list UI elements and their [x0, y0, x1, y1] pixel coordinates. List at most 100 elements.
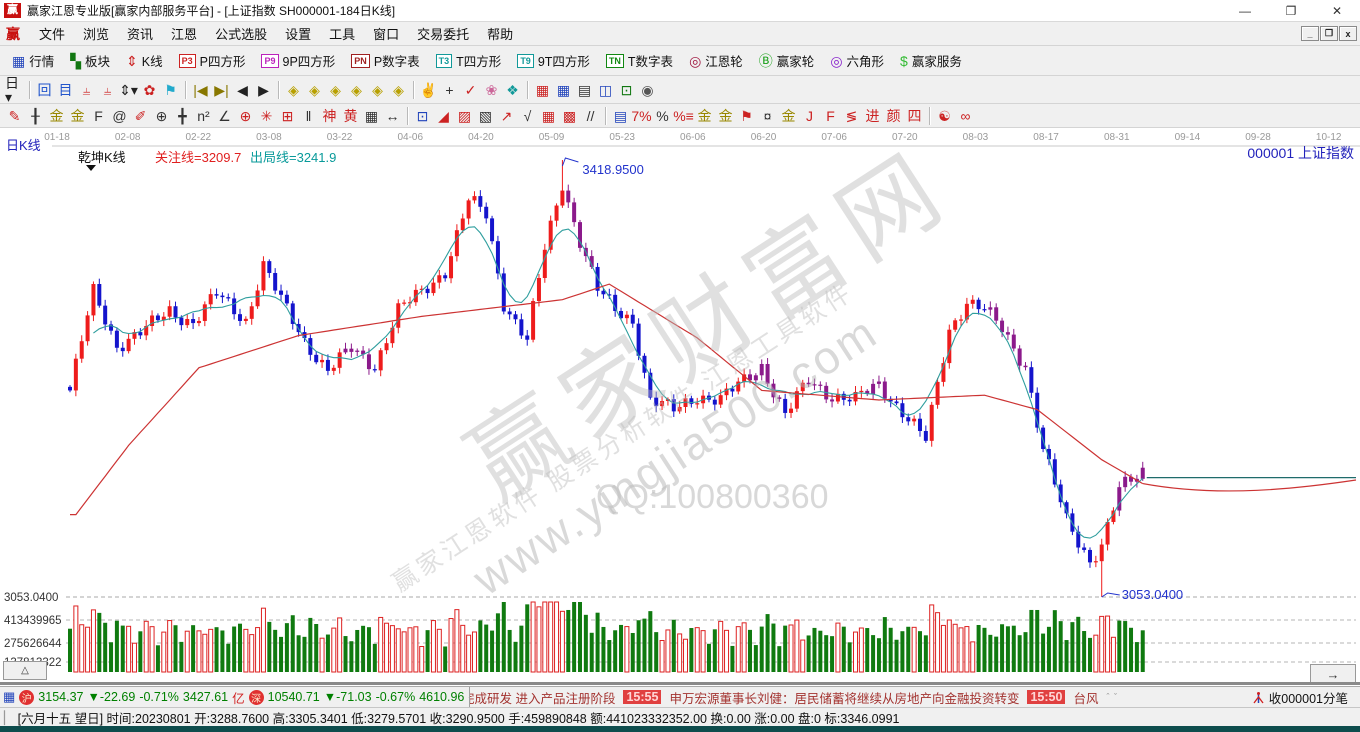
sectors-button[interactable]: ▚ 板块	[62, 48, 118, 73]
trend-mark-button[interactable]: ✓	[460, 80, 481, 100]
winner-wheel-button[interactable]: Ⓑ 赢家轮	[751, 48, 823, 73]
gold-underline-button[interactable]: 金	[778, 106, 799, 126]
s-slash-button[interactable]: ≶	[841, 106, 862, 126]
p-square-button[interactable]: P3 P四方形	[171, 48, 254, 73]
gann-target-button[interactable]: ⊕	[235, 106, 256, 126]
hexagon-button[interactable]: ◎ 六角形	[822, 48, 892, 73]
n-square-button[interactable]: n²	[193, 106, 214, 126]
menu-gann[interactable]: 江恩	[162, 21, 206, 46]
j-slash-button[interactable]: J	[799, 106, 820, 126]
infinity-button[interactable]: ∞	[955, 106, 976, 126]
pattern-scan-button[interactable]: ❖	[502, 80, 523, 100]
brush-button[interactable]: ✐	[130, 106, 151, 126]
star-rays-button[interactable]: ✳	[256, 106, 277, 126]
ticker-headline[interactable]: 台风	[1073, 688, 1098, 707]
menu-help[interactable]: 帮助	[478, 21, 522, 46]
indicator-dropdown-caret-icon[interactable]	[86, 165, 96, 171]
gann-circle-button[interactable]: ⊕	[151, 106, 172, 126]
t-number-table-button[interactable]: TN T数字表	[598, 48, 681, 73]
gold-circle-button[interactable]: 金	[694, 106, 715, 126]
neural-button[interactable]: ❀	[481, 80, 502, 100]
indicator-name-label[interactable]: 乾坤K线	[78, 147, 126, 166]
p9-square-button[interactable]: P9 9P四方形	[253, 48, 343, 73]
snapshot-button[interactable]: ◉	[637, 80, 658, 100]
diag-lines-button[interactable]: //	[580, 106, 601, 126]
prev-bar-button[interactable]: ◀	[232, 80, 253, 100]
menu-browse[interactable]: 浏览	[74, 21, 118, 46]
mdi-minimize-button[interactable]: _	[1301, 26, 1319, 41]
first-page-button[interactable]: |◀	[190, 80, 211, 100]
maximize-button[interactable]: ❐	[1268, 1, 1314, 21]
screen-monitor-button[interactable]: ⊡	[616, 80, 637, 100]
menu-file[interactable]: 文件	[30, 21, 74, 46]
close-button[interactable]: ✕	[1314, 1, 1360, 21]
last-page-button[interactable]: ▶|	[211, 80, 232, 100]
menu-window[interactable]: 窗口	[364, 21, 408, 46]
save-button[interactable]: ◫	[595, 80, 616, 100]
price-grid-button[interactable]: ╂	[25, 106, 46, 126]
box-pattern-button[interactable]: ▨	[454, 106, 475, 126]
zoom-in-x-button[interactable]: ◈	[304, 80, 325, 100]
candle-flag-button[interactable]: ⚑	[736, 106, 757, 126]
yin-yang-button[interactable]: ☯	[934, 106, 955, 126]
kline-chart-canvas[interactable]: 01-18 02-08 02-22 03-08 03-22 04-06 04-20 05-09…	[0, 128, 1360, 686]
volume-collapse-button[interactable]: △	[3, 661, 47, 680]
notebook-button[interactable]: ▤	[574, 80, 595, 100]
scroll-right-button[interactable]: →	[1310, 664, 1356, 684]
gold-grid-2-button[interactable]: 金	[67, 106, 88, 126]
f-slash-button[interactable]: F	[820, 106, 841, 126]
crosshair-button[interactable]: +	[439, 80, 460, 100]
number-grid-button[interactable]: ▦	[361, 106, 382, 126]
kline-chart-panel[interactable]: 01-18 02-08 02-22 03-08 03-22 04-06 04-20 05-09…	[0, 128, 1360, 686]
quotes-grid-icon[interactable]: ▦	[3, 689, 15, 705]
percent-levels-button[interactable]: %≡	[673, 106, 694, 126]
dense-grid-button[interactable]: ╋	[172, 106, 193, 126]
dark-fan-button[interactable]: ▧	[475, 106, 496, 126]
tick-view-label[interactable]: 收000001分笔	[1269, 688, 1348, 707]
window-frame-button[interactable]: ⊡	[412, 106, 433, 126]
quotes-button[interactable]: ▦ 行情	[4, 48, 62, 73]
color-ribbon-button[interactable]: ⚑	[160, 80, 181, 100]
percent-7-button[interactable]: 7%	[631, 106, 652, 126]
gann-fan-button[interactable]: ◢	[433, 106, 454, 126]
circle-grid-button[interactable]: ⊞	[277, 106, 298, 126]
quote-table-button[interactable]: ▤	[610, 106, 631, 126]
menu-formula-stockpick[interactable]: 公式选股	[206, 21, 276, 46]
shen-grid-button[interactable]: 神	[319, 106, 340, 126]
winner-service-button[interactable]: $ 赢家服务	[892, 48, 970, 73]
period-selector-button[interactable]: 日▾	[4, 76, 25, 104]
calendar-button[interactable]: ▦	[532, 80, 553, 100]
candle-style-button[interactable]: ⇕▾	[118, 80, 139, 100]
f-grid-button[interactable]: F	[88, 106, 109, 126]
yan-tool-button[interactable]: 颜	[883, 106, 904, 126]
ticker-headline[interactable]: 完成研发 进入产品注册阶段	[470, 688, 615, 707]
arrow-line-button[interactable]: ↗	[496, 106, 517, 126]
split-kline-button[interactable]: ✿	[139, 80, 160, 100]
t-square-button[interactable]: T3 T四方形	[428, 48, 510, 73]
a-bars-button[interactable]: ¤	[757, 106, 778, 126]
si-tool-button[interactable]: 四	[904, 106, 925, 126]
check-lines-button[interactable]: √	[517, 106, 538, 126]
calculator-button[interactable]: ▦	[553, 80, 574, 100]
chip-distribution-button[interactable]: 回	[34, 80, 55, 100]
gold-line-button[interactable]: 金	[715, 106, 736, 126]
width-adjust-button[interactable]: ↔	[382, 106, 403, 126]
mdi-restore-button[interactable]: ❐	[1320, 26, 1338, 41]
kline-button[interactable]: ⇕ K线	[118, 48, 171, 73]
red-grid-button[interactable]: ▦	[538, 106, 559, 126]
f10-info-button[interactable]: 目	[55, 80, 76, 100]
huang-grid-button[interactable]: 黄	[340, 106, 361, 126]
t9-square-button[interactable]: T9 9T四方形	[509, 48, 598, 73]
sub-chart-9-button[interactable]: ⫨	[97, 80, 118, 100]
menu-tools[interactable]: 工具	[320, 21, 364, 46]
next-bar-button[interactable]: ▶	[253, 80, 274, 100]
horizontal-scrollbar[interactable]	[0, 682, 1360, 685]
menu-news[interactable]: 资讯	[118, 21, 162, 46]
center-view-button[interactable]: ◈	[367, 80, 388, 100]
percent-button[interactable]: %	[652, 106, 673, 126]
full-view-button[interactable]: ◈	[388, 80, 409, 100]
gann-wheel-button[interactable]: ◎ 江恩轮	[681, 48, 751, 73]
angle-line-button[interactable]: ∠	[214, 106, 235, 126]
gold-grid-1-button[interactable]: 金	[46, 106, 67, 126]
menu-trade-entrust[interactable]: 交易委托	[408, 21, 478, 46]
